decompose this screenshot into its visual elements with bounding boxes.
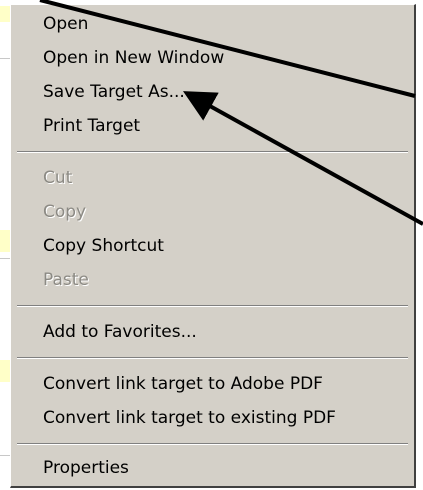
menu-item-paste: Paste [43, 270, 89, 290]
menu-separator [17, 357, 408, 359]
background-page-edge [0, 0, 10, 490]
menu-item-properties[interactable]: Properties [11, 451, 414, 485]
menu-item-copy-shortcut[interactable]: Copy Shortcut [11, 229, 414, 263]
menu-item-open[interactable]: Open [11, 7, 414, 41]
menu-separator [17, 305, 408, 307]
menu-item-save-target-as[interactable]: Save Target As... [11, 75, 414, 109]
menu-item-open-new-window[interactable]: Open in New Window [11, 41, 414, 75]
menu-separator [17, 443, 408, 445]
menu-item-print-target[interactable]: Print Target [11, 109, 414, 143]
menu-item-add-to-favorites[interactable]: Add to Favorites... [11, 315, 414, 349]
menu-item-convert-existing-pdf[interactable]: Convert link target to existing PDF [11, 401, 414, 435]
menu-item-cut: Cut [43, 168, 73, 188]
menu-item-convert-adobe-pdf[interactable]: Convert link target to Adobe PDF [11, 367, 414, 401]
menu-item-copy: Copy [43, 202, 87, 222]
menu-separator [17, 151, 408, 153]
context-menu: Open Open in New Window Save Target As..… [10, 4, 416, 488]
